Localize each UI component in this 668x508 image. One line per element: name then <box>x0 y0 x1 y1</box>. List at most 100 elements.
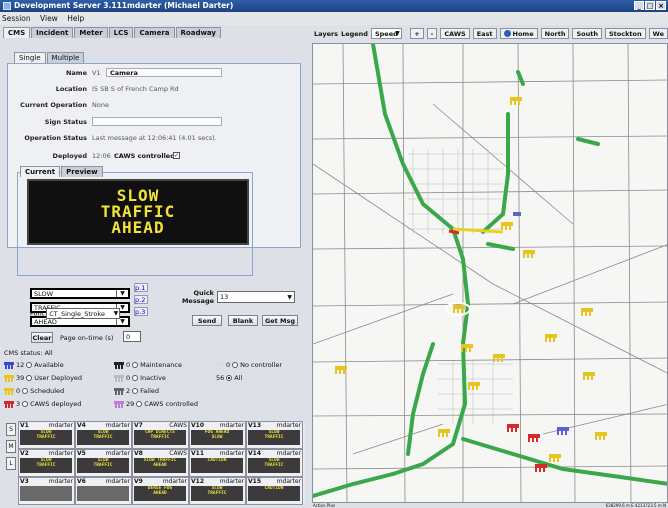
red-sign-icon[interactable] <box>507 424 547 472</box>
sign-grid-cell[interactable]: V11 mdarter CAUTION <box>189 449 246 477</box>
size-large-button[interactable]: L <box>6 457 16 470</box>
status-row[interactable]: 39 User Deployed <box>4 374 82 382</box>
caws-button[interactable]: CAWS <box>440 28 470 39</box>
tab-single[interactable]: Single <box>14 52 46 63</box>
sign-grid: V1 mdarter SLOW TRAFFIC V4 mdarter SLOW TRAFFIC… <box>18 421 305 505</box>
sign-grid-cell[interactable]: V15 mdarter CAUTION <box>246 477 303 505</box>
blue-sign-icon[interactable] <box>513 212 569 435</box>
page-1-button[interactable]: p.1 <box>134 283 148 292</box>
status-row[interactable]: 0 No controller <box>214 361 282 369</box>
tab-meter[interactable]: Meter <box>74 27 108 38</box>
zoom-out-button[interactable]: - <box>426 28 438 39</box>
south-button[interactable]: South <box>572 28 602 39</box>
page-2-button[interactable]: p.2 <box>134 295 148 304</box>
location-value: I5 SB S of French Camp Rd <box>92 85 179 93</box>
status-radio[interactable] <box>132 362 139 368</box>
status-radio[interactable] <box>26 375 33 381</box>
minor-roads <box>313 44 667 502</box>
stockton-button[interactable]: Stockton <box>605 28 646 39</box>
status-radio[interactable] <box>132 375 139 381</box>
sign-thumbnail <box>19 486 74 501</box>
current-op-label: Current Operation <box>20 101 87 109</box>
sub-tabs: Single Multiple <box>14 52 85 63</box>
zoom-in-button[interactable]: + <box>410 28 424 39</box>
layers-label[interactable]: Layers <box>314 30 338 38</box>
size-small-button[interactable]: S <box>6 423 16 436</box>
menu-help[interactable]: Help <box>67 14 84 23</box>
status-row[interactable]: 56 All <box>214 374 242 382</box>
east-button[interactable]: East <box>472 28 497 39</box>
message-line-1[interactable]: SLOW ▼ <box>30 288 130 299</box>
page-on-time-spinner[interactable]: 0 <box>123 331 141 342</box>
status-radio[interactable] <box>22 401 29 407</box>
sign-id: V10 <box>191 422 204 429</box>
chevron-down-icon[interactable]: ▼ <box>114 309 119 319</box>
status-radio[interactable] <box>232 362 239 368</box>
sign-grid-cell[interactable]: V12 mdarter SLOW TRAFFIC <box>189 477 246 505</box>
sign-grid-cell[interactable]: V5 mdarter SLOW TRAFFIC <box>75 449 132 477</box>
clear-button[interactable]: Clear <box>31 332 53 343</box>
legend-label[interactable]: Legend <box>341 30 368 38</box>
tab-cms[interactable]: CMS <box>3 27 31 38</box>
font-select[interactable]: CT_Single_Stroke ▼ <box>46 308 121 319</box>
sign-user: mdarter <box>219 450 244 457</box>
close-icon[interactable]: × <box>656 1 666 10</box>
caws-controlled-checkbox[interactable]: ✓ <box>173 152 180 159</box>
status-radio[interactable] <box>132 388 139 394</box>
sign-thumbnail-text: DENSE FOG AHEAD <box>134 486 186 501</box>
status-row[interactable]: 12 Available <box>4 361 64 369</box>
minimize-icon[interactable]: _ <box>634 1 644 10</box>
status-row[interactable]: 0 Scheduled <box>4 387 64 395</box>
chevron-down-icon[interactable]: ▼ <box>287 292 292 303</box>
menu-session[interactable]: Session <box>2 14 31 23</box>
send-button[interactable]: Send <box>192 315 222 326</box>
sign-user: CAWS <box>169 450 187 457</box>
thumb-line-2: SLOW <box>211 435 223 440</box>
maximize-icon[interactable]: □ <box>645 1 655 10</box>
page-3-button[interactable]: p.3 <box>134 307 148 316</box>
chevron-down-icon[interactable]: ▼ <box>116 318 128 325</box>
sign-grid-cell[interactable]: V14 mdarter SLOW TRAFFIC <box>246 449 303 477</box>
quick-message-select[interactable]: 13 ▼ <box>217 291 295 303</box>
tab-camera[interactable]: Camera <box>134 27 175 38</box>
speed-select[interactable]: Speed ▼ <box>370 28 402 39</box>
status-radio[interactable] <box>22 388 29 394</box>
status-row[interactable]: 0 Inactive <box>114 374 166 382</box>
get-msg-button[interactable]: Get Msg <box>262 315 298 326</box>
sign-grid-cell[interactable]: V3 mdarter <box>18 477 75 505</box>
sign-id: V2 <box>20 450 29 457</box>
chevron-down-icon[interactable]: ▼ <box>116 290 128 297</box>
sign-cell-header: V14 mdarter <box>247 450 302 458</box>
sign-grid-cell[interactable]: V13 mdarter SLOW TRAFFIC <box>246 421 303 449</box>
sign-grid-cell[interactable]: V9 mdarter DENSE FOG AHEAD <box>132 477 189 505</box>
tab-incident[interactable]: Incident <box>31 27 74 38</box>
status-row[interactable]: 0 Maintenance <box>114 361 182 369</box>
yellow-sign-icon[interactable] <box>335 97 607 462</box>
tab-preview[interactable]: Preview <box>61 166 103 177</box>
status-row[interactable]: 3 CAWS deployed <box>4 400 81 408</box>
tab-current[interactable]: Current <box>20 166 61 177</box>
status-radio[interactable] <box>226 375 233 381</box>
sign-grid-cell[interactable]: V7 CAWS CHP DIRECTS TRAFFIC <box>132 421 189 449</box>
status-row[interactable]: 29 CAWS controlled <box>114 400 198 408</box>
sign-status-icon <box>114 387 124 395</box>
blank-button[interactable]: Blank <box>228 315 258 326</box>
tab-roadway[interactable]: Roadway <box>175 27 221 38</box>
status-radio[interactable] <box>136 401 143 407</box>
sign-grid-cell[interactable]: V8 CAWS SLOW TRAFFIC AHEAD <box>132 449 189 477</box>
west-button[interactable]: We <box>648 28 668 39</box>
sign-grid-cell[interactable]: V4 mdarter SLOW TRAFFIC <box>75 421 132 449</box>
size-medium-button[interactable]: M <box>6 440 16 453</box>
north-button[interactable]: North <box>540 28 570 39</box>
sign-grid-cell[interactable]: V6 mdarter <box>75 477 132 505</box>
menu-view[interactable]: View <box>40 14 58 23</box>
status-row[interactable]: 2 Failed <box>114 387 159 395</box>
sign-grid-cell[interactable]: V2 mdarter SLOW TRAFFIC <box>18 449 75 477</box>
home-button[interactable]: Home <box>499 28 538 39</box>
tab-lcs[interactable]: LCS <box>108 27 134 38</box>
map-view[interactable] <box>312 43 668 503</box>
status-radio[interactable] <box>26 362 33 368</box>
sign-grid-cell[interactable]: V1 mdarter SLOW TRAFFIC <box>18 421 75 449</box>
sign-grid-cell[interactable]: V10 mdarter FOG AHEAD SLOW <box>189 421 246 449</box>
tab-multiple[interactable]: Multiple <box>46 52 85 63</box>
